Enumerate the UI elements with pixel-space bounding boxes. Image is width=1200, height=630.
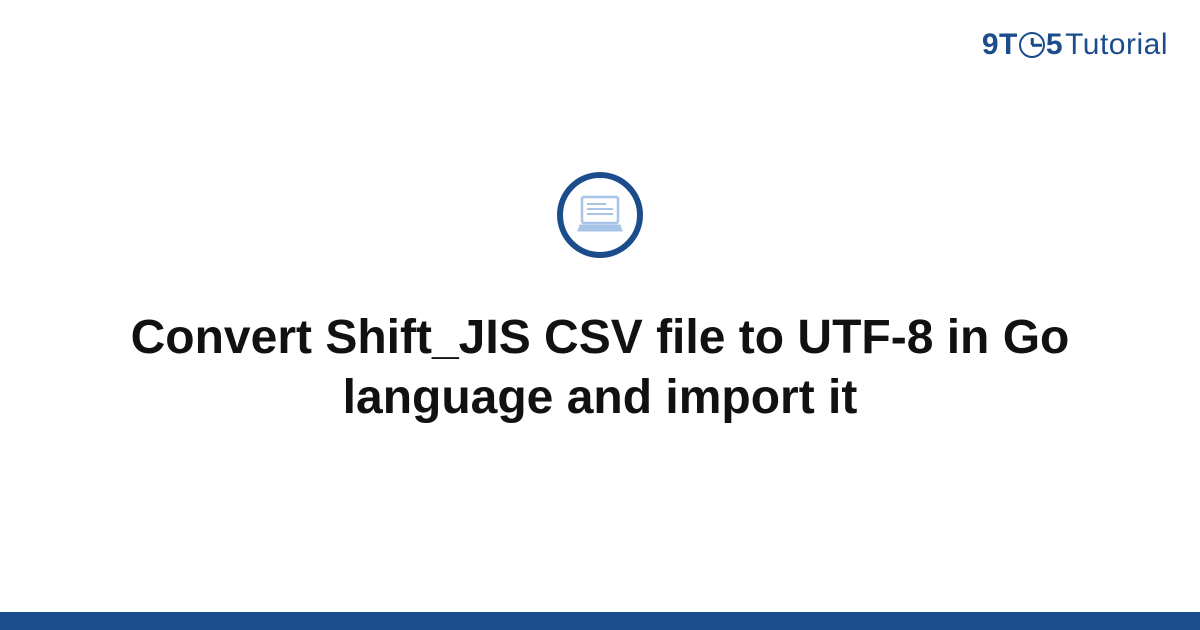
laptop-icon (576, 195, 624, 235)
content-area: Convert Shift_JIS CSV file to UTF-8 in G… (0, 0, 1200, 630)
article-icon-circle (557, 172, 643, 258)
footer-accent-bar (0, 612, 1200, 630)
article-title: Convert Shift_JIS CSV file to UTF-8 in G… (100, 308, 1100, 428)
